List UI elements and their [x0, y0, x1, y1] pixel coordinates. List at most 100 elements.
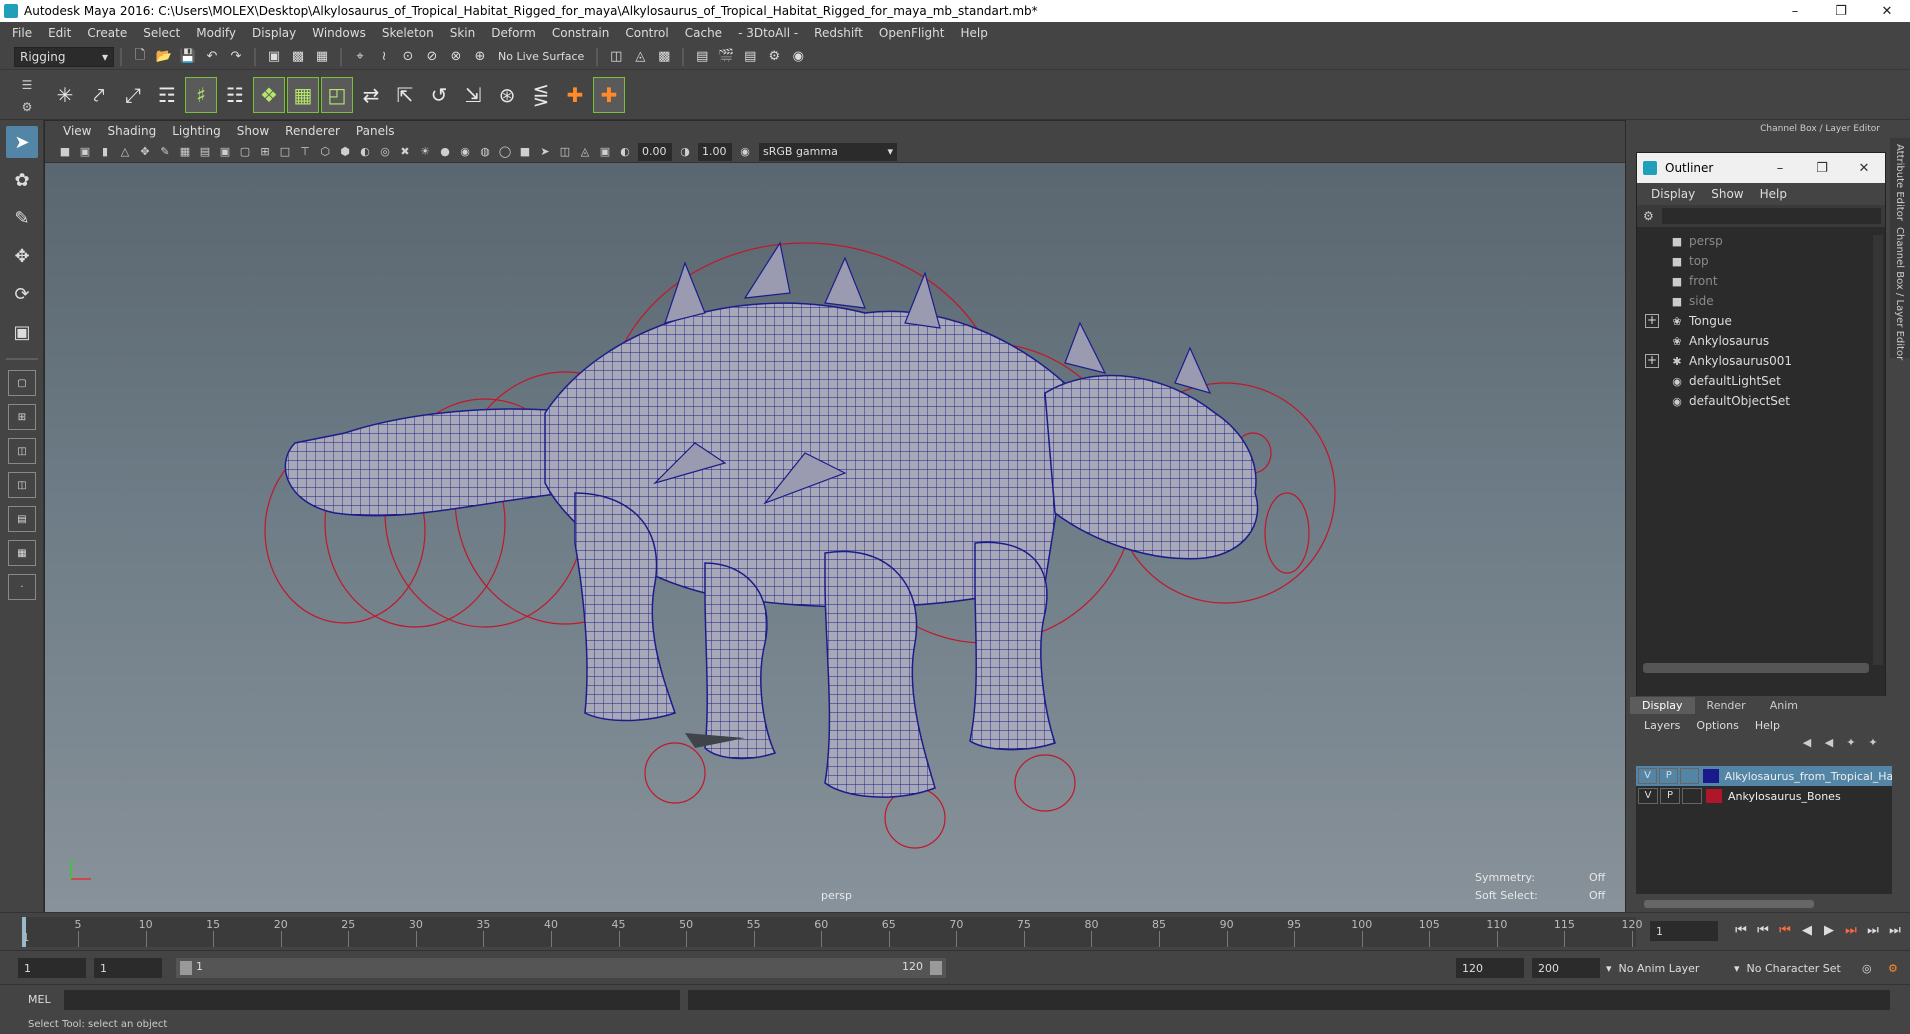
current-frame-field[interactable]: 1: [1650, 921, 1718, 941]
gamma-icon[interactable]: ◑: [676, 143, 694, 161]
menu-windows[interactable]: Windows: [304, 26, 374, 40]
menu-deform[interactable]: Deform: [483, 26, 544, 40]
render-view-icon[interactable]: ▤: [692, 47, 712, 67]
move-layer-down-icon[interactable]: ◀: [1818, 736, 1840, 756]
gamma-field[interactable]: 1.00: [698, 142, 732, 161]
panel-menu-show[interactable]: Show: [229, 124, 277, 138]
expand-icon[interactable]: +: [1645, 314, 1659, 328]
outliner-item[interactable]: ■ front: [1645, 271, 1871, 291]
menu-openflight[interactable]: OpenFlight: [871, 26, 953, 40]
outliner-item[interactable]: ❀ Ankylosaurus: [1645, 331, 1871, 351]
panel-menu-view[interactable]: View: [55, 124, 99, 138]
layer-playback-toggle[interactable]: P: [1660, 788, 1680, 804]
menu-set-select[interactable]: Rigging ▾: [14, 46, 114, 67]
play-backwards-icon[interactable]: ◀: [1796, 921, 1818, 941]
menu-3dtoall[interactable]: - 3DtoAll -: [730, 26, 806, 40]
layout-more-icon[interactable]: ·: [8, 574, 36, 600]
outliner-item[interactable]: ◉ defaultObjectSet: [1645, 391, 1871, 411]
ik-spline-icon[interactable]: ⤢: [118, 78, 148, 112]
ik-fk-switch-icon[interactable]: ✚: [593, 76, 625, 113]
layer-visibility-toggle[interactable]: V: [1638, 768, 1658, 784]
shelf-settings-icon[interactable]: ⚙: [22, 100, 33, 114]
motion-blur-icon[interactable]: ◍: [476, 143, 494, 161]
select-hierarchy-icon[interactable]: ▣: [264, 47, 284, 67]
xray-joints-icon[interactable]: ◬: [576, 143, 594, 161]
panel-menu-lighting[interactable]: Lighting: [164, 124, 229, 138]
four-view-layout-icon[interactable]: ⊞: [8, 404, 36, 430]
point-constraint-icon[interactable]: ⇄: [356, 78, 386, 112]
save-scene-icon[interactable]: 💾: [178, 47, 198, 67]
bind-skin-icon[interactable]: ☷: [220, 78, 250, 112]
snap-view-plane-icon[interactable]: ⊘: [422, 47, 442, 67]
outliner-menu-show[interactable]: Show: [1703, 187, 1751, 201]
view-transform-select[interactable]: sRGB gamma ▾: [759, 142, 897, 161]
image-plane-icon[interactable]: △: [116, 143, 134, 161]
open-scene-icon[interactable]: 📂: [154, 47, 174, 67]
menu-constrain[interactable]: Constrain: [544, 26, 618, 40]
parent-constraint-icon[interactable]: ⊛: [492, 78, 522, 112]
step-forward-frame-icon[interactable]: ⏭: [1862, 921, 1884, 941]
aim-constraint-icon[interactable]: ⇱: [390, 78, 420, 112]
layer-menu-options[interactable]: Options: [1688, 719, 1746, 732]
script-language-toggle[interactable]: MEL: [28, 993, 51, 1006]
range-end-handle[interactable]: [930, 961, 942, 975]
tab-render[interactable]: Render: [1695, 697, 1758, 714]
move-layer-up-icon[interactable]: ◀: [1796, 736, 1818, 756]
snap-point-icon[interactable]: ⊙: [398, 47, 418, 67]
menu-modify[interactable]: Modify: [188, 26, 244, 40]
make-live-icon[interactable]: ⊕: [470, 47, 490, 67]
output-ops-icon[interactable]: ◬: [630, 47, 650, 67]
exposure-field[interactable]: 0.00: [638, 142, 672, 161]
custom-layout-icon[interactable]: ▦: [8, 540, 36, 566]
step-back-key-icon[interactable]: ⏮: [1774, 921, 1796, 941]
pole-vector-icon[interactable]: ⋚: [526, 78, 556, 112]
character-set-select[interactable]: ▾ No Character Set: [1734, 958, 1841, 978]
redo-icon[interactable]: ↷: [226, 47, 246, 67]
snap-grid-icon[interactable]: ⌖: [350, 47, 370, 67]
outliner-item[interactable]: ■ persp: [1645, 231, 1871, 251]
locator-icon[interactable]: ✚: [560, 78, 590, 112]
expand-icon[interactable]: +: [1645, 354, 1659, 368]
construction-history-icon[interactable]: ▩: [654, 47, 674, 67]
orient-joint-icon[interactable]: ♯: [185, 76, 217, 113]
screen-space-ao-icon[interactable]: ◉: [456, 143, 474, 161]
front-left-foot-control[interactable]: [1014, 754, 1076, 812]
textured-icon[interactable]: ✖: [396, 143, 414, 161]
single-view-layout-icon[interactable]: ▢: [8, 370, 36, 396]
joint-tool-icon[interactable]: ✳: [50, 78, 80, 112]
ipr-render-icon[interactable]: ▤: [740, 47, 760, 67]
snap-surface-icon[interactable]: ⊗: [446, 47, 466, 67]
new-scene-icon[interactable]: 🗋: [130, 47, 150, 67]
paint-select-icon[interactable]: ✎: [6, 202, 38, 234]
cluster-icon[interactable]: ◰: [321, 76, 353, 113]
ik-handle-icon[interactable]: ⤤: [84, 78, 114, 112]
filter-icon[interactable]: ⚙: [1643, 209, 1654, 223]
smooth-bind-icon[interactable]: ❖: [253, 76, 285, 113]
menu-help[interactable]: Help: [952, 26, 995, 40]
snap-curve-icon[interactable]: ≀: [374, 47, 394, 67]
xray-icon[interactable]: ◫: [556, 143, 574, 161]
scale-tool-icon[interactable]: ▣: [6, 316, 38, 348]
film-gate-icon[interactable]: ▤: [196, 143, 214, 161]
new-empty-layer-icon[interactable]: ✦: [1840, 736, 1862, 756]
smooth-shade-icon[interactable]: ⬢: [336, 143, 354, 161]
auto-key-icon[interactable]: ◎: [1862, 958, 1872, 978]
channel-box-tab[interactable]: Channel Box / Layer Editor: [1894, 227, 1905, 360]
color-management-icon[interactable]: ◉: [736, 143, 754, 161]
graph-persp-layout-icon[interactable]: ▤: [8, 506, 36, 532]
ankylosaurus-mesh[interactable]: [284, 302, 1259, 798]
grease-pencil-icon[interactable]: ✎: [156, 143, 174, 161]
outliner-persp-layout-icon[interactable]: ◫: [8, 472, 36, 498]
new-layer-from-selected-icon[interactable]: ✦: [1862, 736, 1884, 756]
shelf-menu[interactable]: ☰ ⚙: [20, 78, 34, 114]
two-d-pan-icon[interactable]: ✥: [136, 143, 154, 161]
field-chart-icon[interactable]: ⊞: [256, 143, 274, 161]
gate-mask-icon[interactable]: ▢: [236, 143, 254, 161]
layer-menu-help[interactable]: Help: [1747, 719, 1788, 732]
outliner-minimize-button[interactable]: –: [1759, 161, 1801, 176]
select-component-icon[interactable]: ▦: [312, 47, 332, 67]
layer-visibility-toggle[interactable]: V: [1638, 788, 1658, 804]
range-start-handle[interactable]: [180, 961, 192, 975]
go-to-start-icon[interactable]: ⏮: [1730, 921, 1752, 941]
resolution-gate-icon[interactable]: ▣: [216, 143, 234, 161]
